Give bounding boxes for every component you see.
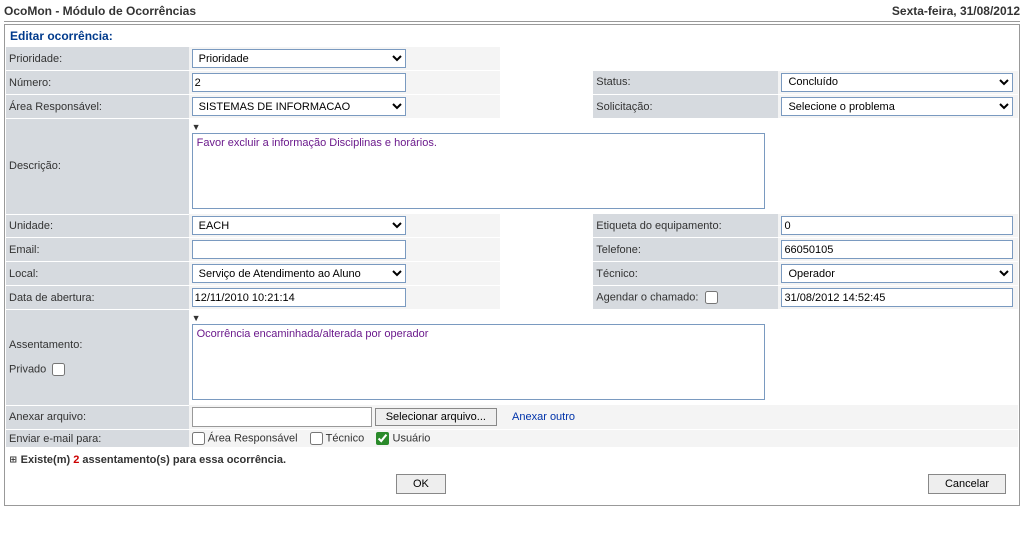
- label-solicitacao: Solicitação:: [593, 95, 778, 119]
- chevron-down-icon: ▼: [192, 313, 201, 323]
- status-select[interactable]: Concluído: [781, 73, 1013, 92]
- email-usuario-label: Usuário: [393, 432, 431, 444]
- label-status: Status:: [593, 71, 778, 95]
- label-tecnico: Técnico:: [593, 262, 778, 286]
- tecnico-select[interactable]: Operador: [781, 264, 1013, 283]
- solicitacao-select[interactable]: Selecione o problema: [781, 97, 1013, 116]
- ok-button[interactable]: OK: [396, 474, 446, 494]
- unidade-select[interactable]: EACH: [192, 216, 406, 235]
- label-descricao: Descrição:: [6, 119, 189, 215]
- agendar-label-text: Agendar o chamado:: [596, 291, 698, 303]
- label-email: Email:: [6, 238, 189, 262]
- titlebar: OcoMon - Módulo de Ocorrências Sexta-fei…: [4, 2, 1020, 22]
- file-path-box: [192, 407, 372, 427]
- assentamento-count-row: ⊞ Existe(m) 2 assentamento(s) para essa …: [6, 448, 1018, 468]
- button-row: OK Cancelar: [6, 468, 1018, 504]
- telefone-input[interactable]: [781, 240, 1013, 259]
- chevron-down-icon: ▼: [192, 122, 201, 132]
- section-title: Editar ocorrência:: [6, 26, 1018, 47]
- email-area-checkbox[interactable]: [192, 432, 205, 445]
- label-area: Área Responsável:: [6, 95, 189, 119]
- assentamento-textarea[interactable]: Ocorrência encaminhada/alterada por oper…: [192, 324, 765, 400]
- label-telefone: Telefone:: [593, 238, 778, 262]
- email-tecnico-label: Técnico: [326, 432, 365, 444]
- label-assentamento: Assentamento: Privado: [6, 310, 189, 406]
- label-enviar-email: Enviar e-mail para:: [6, 430, 189, 448]
- agendar-data-input[interactable]: [781, 288, 1013, 307]
- app-title: OcoMon - Módulo de Ocorrências: [4, 4, 196, 18]
- label-data-abertura: Data de abertura:: [6, 286, 189, 310]
- prioridade-select[interactable]: Prioridade: [192, 49, 406, 68]
- agendar-checkbox[interactable]: [705, 291, 718, 304]
- email-usuario-checkbox[interactable]: [376, 432, 389, 445]
- etiqueta-input[interactable]: [781, 216, 1013, 235]
- label-anexar: Anexar arquivo:: [6, 405, 189, 430]
- plus-icon[interactable]: ⊞: [10, 453, 17, 466]
- local-select[interactable]: Serviço de Atendimento ao Aluno: [192, 264, 406, 283]
- footer-suffix: assentamento(s) para essa ocorrência.: [82, 454, 286, 466]
- label-prioridade: Prioridade:: [6, 47, 189, 71]
- label-numero: Número:: [6, 71, 189, 95]
- descricao-textarea[interactable]: Favor excluir a informação Disciplinas e…: [192, 133, 765, 209]
- email-area-label: Área Responsável: [208, 432, 298, 444]
- edit-form-table: Prioridade: Prioridade Número: Status:: [6, 47, 1018, 448]
- footer-prefix: Existe(m): [21, 454, 71, 466]
- email-input[interactable]: [192, 240, 406, 259]
- label-local: Local:: [6, 262, 189, 286]
- numero-input[interactable]: [192, 73, 406, 92]
- email-tecnico-checkbox[interactable]: [310, 432, 323, 445]
- select-file-button[interactable]: Selecionar arquivo...: [375, 408, 497, 426]
- footer-count: 2: [73, 454, 79, 466]
- label-agendar: Agendar o chamado:: [593, 286, 778, 310]
- area-select[interactable]: SISTEMAS DE INFORMACAO: [192, 97, 406, 116]
- form-container: Editar ocorrência: Prioridade: Prioridad…: [4, 24, 1020, 506]
- label-unidade: Unidade:: [6, 214, 189, 238]
- privado-checkbox[interactable]: [52, 363, 65, 376]
- anexar-outro-link[interactable]: Anexar outro: [500, 411, 575, 423]
- label-etiqueta: Etiqueta do equipamento:: [593, 214, 778, 238]
- data-abertura-input[interactable]: [192, 288, 406, 307]
- label-privado: Privado: [9, 363, 46, 375]
- date-display: Sexta-feira, 31/08/2012: [892, 4, 1020, 18]
- cancel-button[interactable]: Cancelar: [928, 474, 1006, 494]
